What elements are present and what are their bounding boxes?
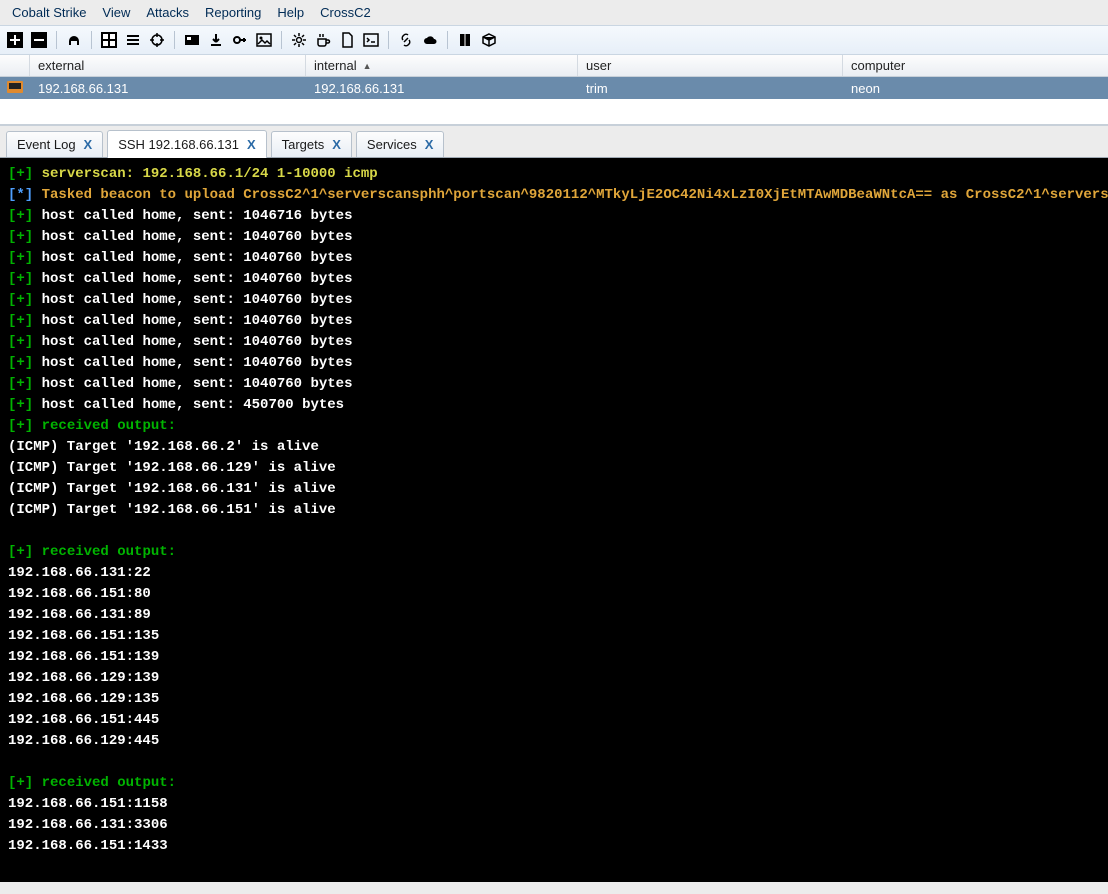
card-icon[interactable]	[183, 31, 201, 49]
list-icon[interactable]	[124, 31, 142, 49]
host-icon	[7, 81, 23, 96]
cell-internal: 192.168.66.131	[306, 81, 578, 96]
col-user-label: user	[586, 58, 611, 73]
separator	[447, 31, 448, 49]
toolbar	[0, 25, 1108, 55]
coffee-icon[interactable]	[314, 31, 332, 49]
col-internal-label: internal	[314, 58, 357, 73]
menu-cobalt-strike[interactable]: Cobalt Strike	[6, 3, 92, 22]
menu-view[interactable]: View	[96, 3, 136, 22]
document-icon[interactable]	[338, 31, 356, 49]
grid-icon[interactable]	[100, 31, 118, 49]
minus-icon[interactable]	[30, 31, 48, 49]
col-external-label: external	[38, 58, 84, 73]
headphones-icon[interactable]	[65, 31, 83, 49]
separator	[388, 31, 389, 49]
menu-reporting[interactable]: Reporting	[199, 3, 267, 22]
table-row[interactable]: 192.168.66.131 192.168.66.131 trim neon	[0, 77, 1108, 99]
separator	[174, 31, 175, 49]
tab-services[interactable]: Services X	[356, 131, 445, 157]
table-blank	[0, 99, 1108, 125]
link-icon[interactable]	[397, 31, 415, 49]
box-icon[interactable]	[480, 31, 498, 49]
col-external[interactable]: external	[30, 55, 306, 76]
tabstrip: Event Log X SSH 192.168.66.131 X Targets…	[0, 126, 1108, 158]
close-icon[interactable]: X	[425, 137, 434, 152]
menubar: Cobalt Strike View Attacks Reporting Hel…	[0, 0, 1108, 25]
gear-icon[interactable]	[290, 31, 308, 49]
book-icon[interactable]	[456, 31, 474, 49]
col-user[interactable]: user	[578, 55, 843, 76]
separator	[281, 31, 282, 49]
sort-asc-icon: ▲	[363, 61, 372, 71]
menu-attacks[interactable]: Attacks	[140, 3, 195, 22]
crosshair-icon[interactable]	[148, 31, 166, 49]
close-icon[interactable]: X	[84, 137, 93, 152]
beacon-console[interactable]: [+] serverscan: 192.168.66.1/24 1-10000 …	[0, 158, 1108, 882]
tab-ssh[interactable]: SSH 192.168.66.131 X	[107, 130, 266, 158]
tab-label: Services	[367, 137, 417, 152]
tab-targets[interactable]: Targets X	[271, 131, 352, 157]
image-icon[interactable]	[255, 31, 273, 49]
cell-computer: neon	[843, 81, 1108, 96]
col-computer-label: computer	[851, 58, 905, 73]
separator	[56, 31, 57, 49]
terminal-icon[interactable]	[362, 31, 380, 49]
beacon-table: external internal ▲ user computer 192.168…	[0, 55, 1108, 126]
col-icon[interactable]	[0, 55, 30, 76]
col-internal[interactable]: internal ▲	[306, 55, 578, 76]
menu-crossc2[interactable]: CrossC2	[314, 3, 377, 22]
close-icon[interactable]: X	[247, 137, 256, 152]
tab-label: SSH 192.168.66.131	[118, 137, 239, 152]
table-header: external internal ▲ user computer	[0, 55, 1108, 77]
plus-icon[interactable]	[6, 31, 24, 49]
tab-event-log[interactable]: Event Log X	[6, 131, 103, 157]
key-icon[interactable]	[231, 31, 249, 49]
tab-label: Targets	[282, 137, 325, 152]
col-computer[interactable]: computer	[843, 55, 1108, 76]
separator	[91, 31, 92, 49]
cell-user: trim	[578, 81, 843, 96]
cell-external: 192.168.66.131	[30, 81, 306, 96]
cloud-icon[interactable]	[421, 31, 439, 49]
download-icon[interactable]	[207, 31, 225, 49]
tab-label: Event Log	[17, 137, 76, 152]
close-icon[interactable]: X	[332, 137, 341, 152]
menu-help[interactable]: Help	[271, 3, 310, 22]
